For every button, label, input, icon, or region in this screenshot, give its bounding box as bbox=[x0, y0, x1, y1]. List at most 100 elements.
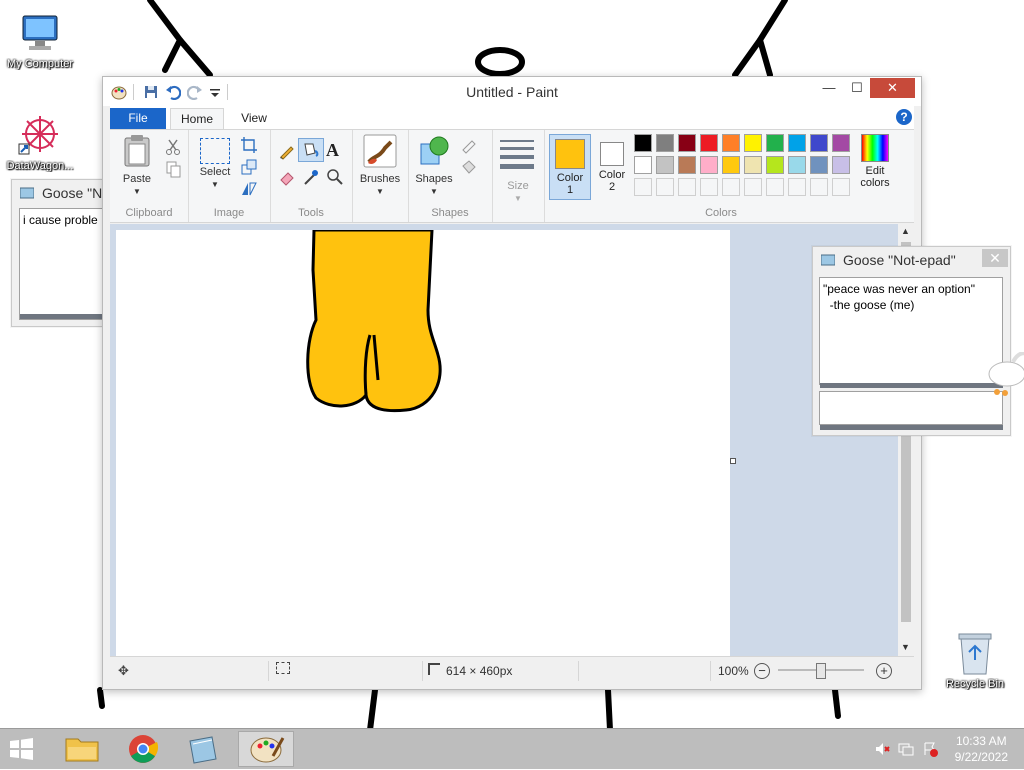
resize-icon[interactable] bbox=[240, 158, 258, 176]
palette-swatch[interactable] bbox=[722, 156, 740, 174]
edit-colors-label: Edit colors bbox=[860, 165, 890, 189]
canvas-resize-handle[interactable] bbox=[730, 458, 736, 464]
help-icon[interactable]: ? bbox=[896, 109, 912, 125]
palette-swatch[interactable] bbox=[788, 178, 806, 196]
magnifier-icon[interactable] bbox=[326, 168, 344, 186]
palette-swatch[interactable] bbox=[722, 178, 740, 196]
palette-swatch[interactable] bbox=[788, 134, 806, 152]
paint-titlebar[interactable]: Untitled - Paint — ☐ ✕ bbox=[103, 77, 921, 106]
zoom-level: 100% bbox=[718, 664, 749, 678]
palette-swatch[interactable] bbox=[700, 156, 718, 174]
goose-notepad-window-left[interactable]: Goose "N i cause proble bbox=[11, 179, 113, 327]
palette-swatch[interactable] bbox=[634, 156, 652, 174]
paste-button[interactable]: Paste ▼ bbox=[116, 134, 158, 197]
zoom-in-button[interactable]: + bbox=[876, 663, 892, 679]
palette-swatch[interactable] bbox=[700, 178, 718, 196]
fill-icon[interactable] bbox=[460, 158, 478, 176]
scroll-up-icon[interactable]: ▲ bbox=[901, 226, 910, 236]
taskbar-paint[interactable] bbox=[238, 731, 294, 767]
close-button[interactable]: ✕ bbox=[870, 78, 915, 98]
palette-swatch[interactable] bbox=[766, 134, 784, 152]
tab-file[interactable]: File bbox=[110, 108, 166, 129]
canvas-area bbox=[110, 224, 898, 656]
pencil-icon[interactable] bbox=[278, 142, 296, 160]
palette-swatch[interactable] bbox=[656, 134, 674, 152]
palette-swatch[interactable] bbox=[722, 134, 740, 152]
goose-sprite[interactable] bbox=[975, 352, 1024, 402]
outline-icon[interactable] bbox=[460, 136, 478, 154]
color-picker-icon[interactable] bbox=[302, 168, 320, 186]
tab-home[interactable]: Home bbox=[170, 108, 224, 129]
desktop-icon-my-computer[interactable]: My Computer bbox=[0, 10, 80, 70]
palette-swatch[interactable] bbox=[678, 156, 696, 174]
fill-tool-button[interactable] bbox=[298, 138, 324, 162]
network-icon[interactable] bbox=[898, 741, 914, 757]
palette-swatch[interactable] bbox=[788, 156, 806, 174]
palette-swatch[interactable] bbox=[810, 178, 828, 196]
taskbar-chrome[interactable] bbox=[115, 731, 171, 767]
palette-swatch[interactable] bbox=[634, 178, 652, 196]
zoom-out-button[interactable]: − bbox=[754, 663, 770, 679]
taskbar-file-explorer[interactable] bbox=[54, 731, 110, 767]
note-scrollbar-lower[interactable] bbox=[820, 425, 1003, 430]
system-clock[interactable]: 10:33 AM 9/22/2022 bbox=[955, 733, 1008, 765]
palette-swatch[interactable] bbox=[656, 156, 674, 174]
eraser-icon[interactable] bbox=[278, 168, 296, 186]
select-button[interactable]: Select ▼ bbox=[194, 138, 236, 190]
palette-swatch[interactable] bbox=[832, 156, 850, 174]
paint-window[interactable]: Untitled - Paint — ☐ ✕ File Home View ? … bbox=[102, 76, 922, 690]
note-text-area[interactable]: i cause proble bbox=[19, 208, 113, 320]
text-tool-icon[interactable]: A bbox=[326, 140, 339, 161]
palette-swatch[interactable] bbox=[656, 178, 674, 196]
note-titlebar[interactable]: Goose "N bbox=[12, 180, 112, 206]
shapes-button[interactable]: Shapes ▼ bbox=[412, 134, 456, 197]
palette-swatch[interactable] bbox=[766, 178, 784, 196]
note-scrollbar[interactable] bbox=[20, 314, 106, 319]
desktop-icon-datawagon[interactable]: DataWagon... bbox=[0, 112, 80, 172]
desktop-icon-recycle-bin[interactable]: Recycle Bin bbox=[935, 630, 1015, 690]
rotate-icon[interactable] bbox=[240, 180, 258, 198]
brushes-button[interactable]: Brushes ▼ bbox=[356, 134, 404, 197]
status-bar: ✥ 614 × 460px 100% − + bbox=[110, 656, 914, 685]
palette-swatch[interactable] bbox=[744, 178, 762, 196]
scroll-down-icon[interactable]: ▼ bbox=[901, 642, 910, 652]
palette-swatch[interactable] bbox=[744, 156, 762, 174]
crop-icon[interactable] bbox=[240, 136, 258, 154]
palette-swatch[interactable] bbox=[700, 134, 718, 152]
palette-swatch[interactable] bbox=[766, 156, 784, 174]
palette-swatch[interactable] bbox=[744, 134, 762, 152]
group-colors: Color 1 Color 2 Edit colors Colors bbox=[544, 130, 898, 222]
tab-view[interactable]: View bbox=[230, 108, 278, 128]
chevron-down-icon: ▼ bbox=[211, 180, 219, 189]
zoom-slider-thumb[interactable] bbox=[816, 663, 826, 679]
palette-swatch[interactable] bbox=[810, 156, 828, 174]
copy-icon[interactable] bbox=[164, 160, 182, 178]
color2-button[interactable]: Color 2 bbox=[592, 134, 632, 198]
palette-swatch[interactable] bbox=[832, 178, 850, 196]
start-button[interactable] bbox=[6, 735, 36, 763]
edit-colors-button[interactable]: Edit colors bbox=[856, 134, 894, 200]
drawing-canvas[interactable] bbox=[116, 230, 736, 656]
palette-swatch[interactable] bbox=[832, 134, 850, 152]
cut-icon[interactable] bbox=[164, 138, 182, 156]
palette-swatch[interactable] bbox=[634, 134, 652, 152]
palette-swatch[interactable] bbox=[810, 134, 828, 152]
note-titlebar[interactable]: Goose "Not-epad" bbox=[813, 247, 1010, 273]
group-size[interactable]: Size ▼ bbox=[492, 130, 545, 222]
paint-bucket-icon bbox=[304, 143, 319, 157]
note-close-button[interactable]: ✕ bbox=[982, 249, 1008, 267]
size-label: Size bbox=[507, 180, 529, 192]
desktop-icon-label: DataWagon... bbox=[6, 160, 74, 172]
palette-swatch[interactable] bbox=[678, 178, 696, 196]
goose-notepad-window-right[interactable]: Goose "Not-epad" ✕ "peace was never an o… bbox=[812, 246, 1011, 436]
palette-swatch[interactable] bbox=[678, 134, 696, 152]
clock-time: 10:33 AM bbox=[955, 734, 1007, 748]
taskbar-notepad[interactable] bbox=[174, 731, 230, 767]
maximize-button[interactable]: ☐ bbox=[841, 78, 873, 98]
ribbon-tabbar: File Home View ? bbox=[110, 106, 914, 129]
zoom-slider[interactable] bbox=[778, 663, 864, 679]
color1-button[interactable]: Color 1 bbox=[549, 134, 591, 200]
action-center-icon[interactable] bbox=[922, 741, 938, 757]
volume-muted-icon[interactable] bbox=[874, 741, 890, 757]
paint-icon bbox=[250, 737, 285, 763]
